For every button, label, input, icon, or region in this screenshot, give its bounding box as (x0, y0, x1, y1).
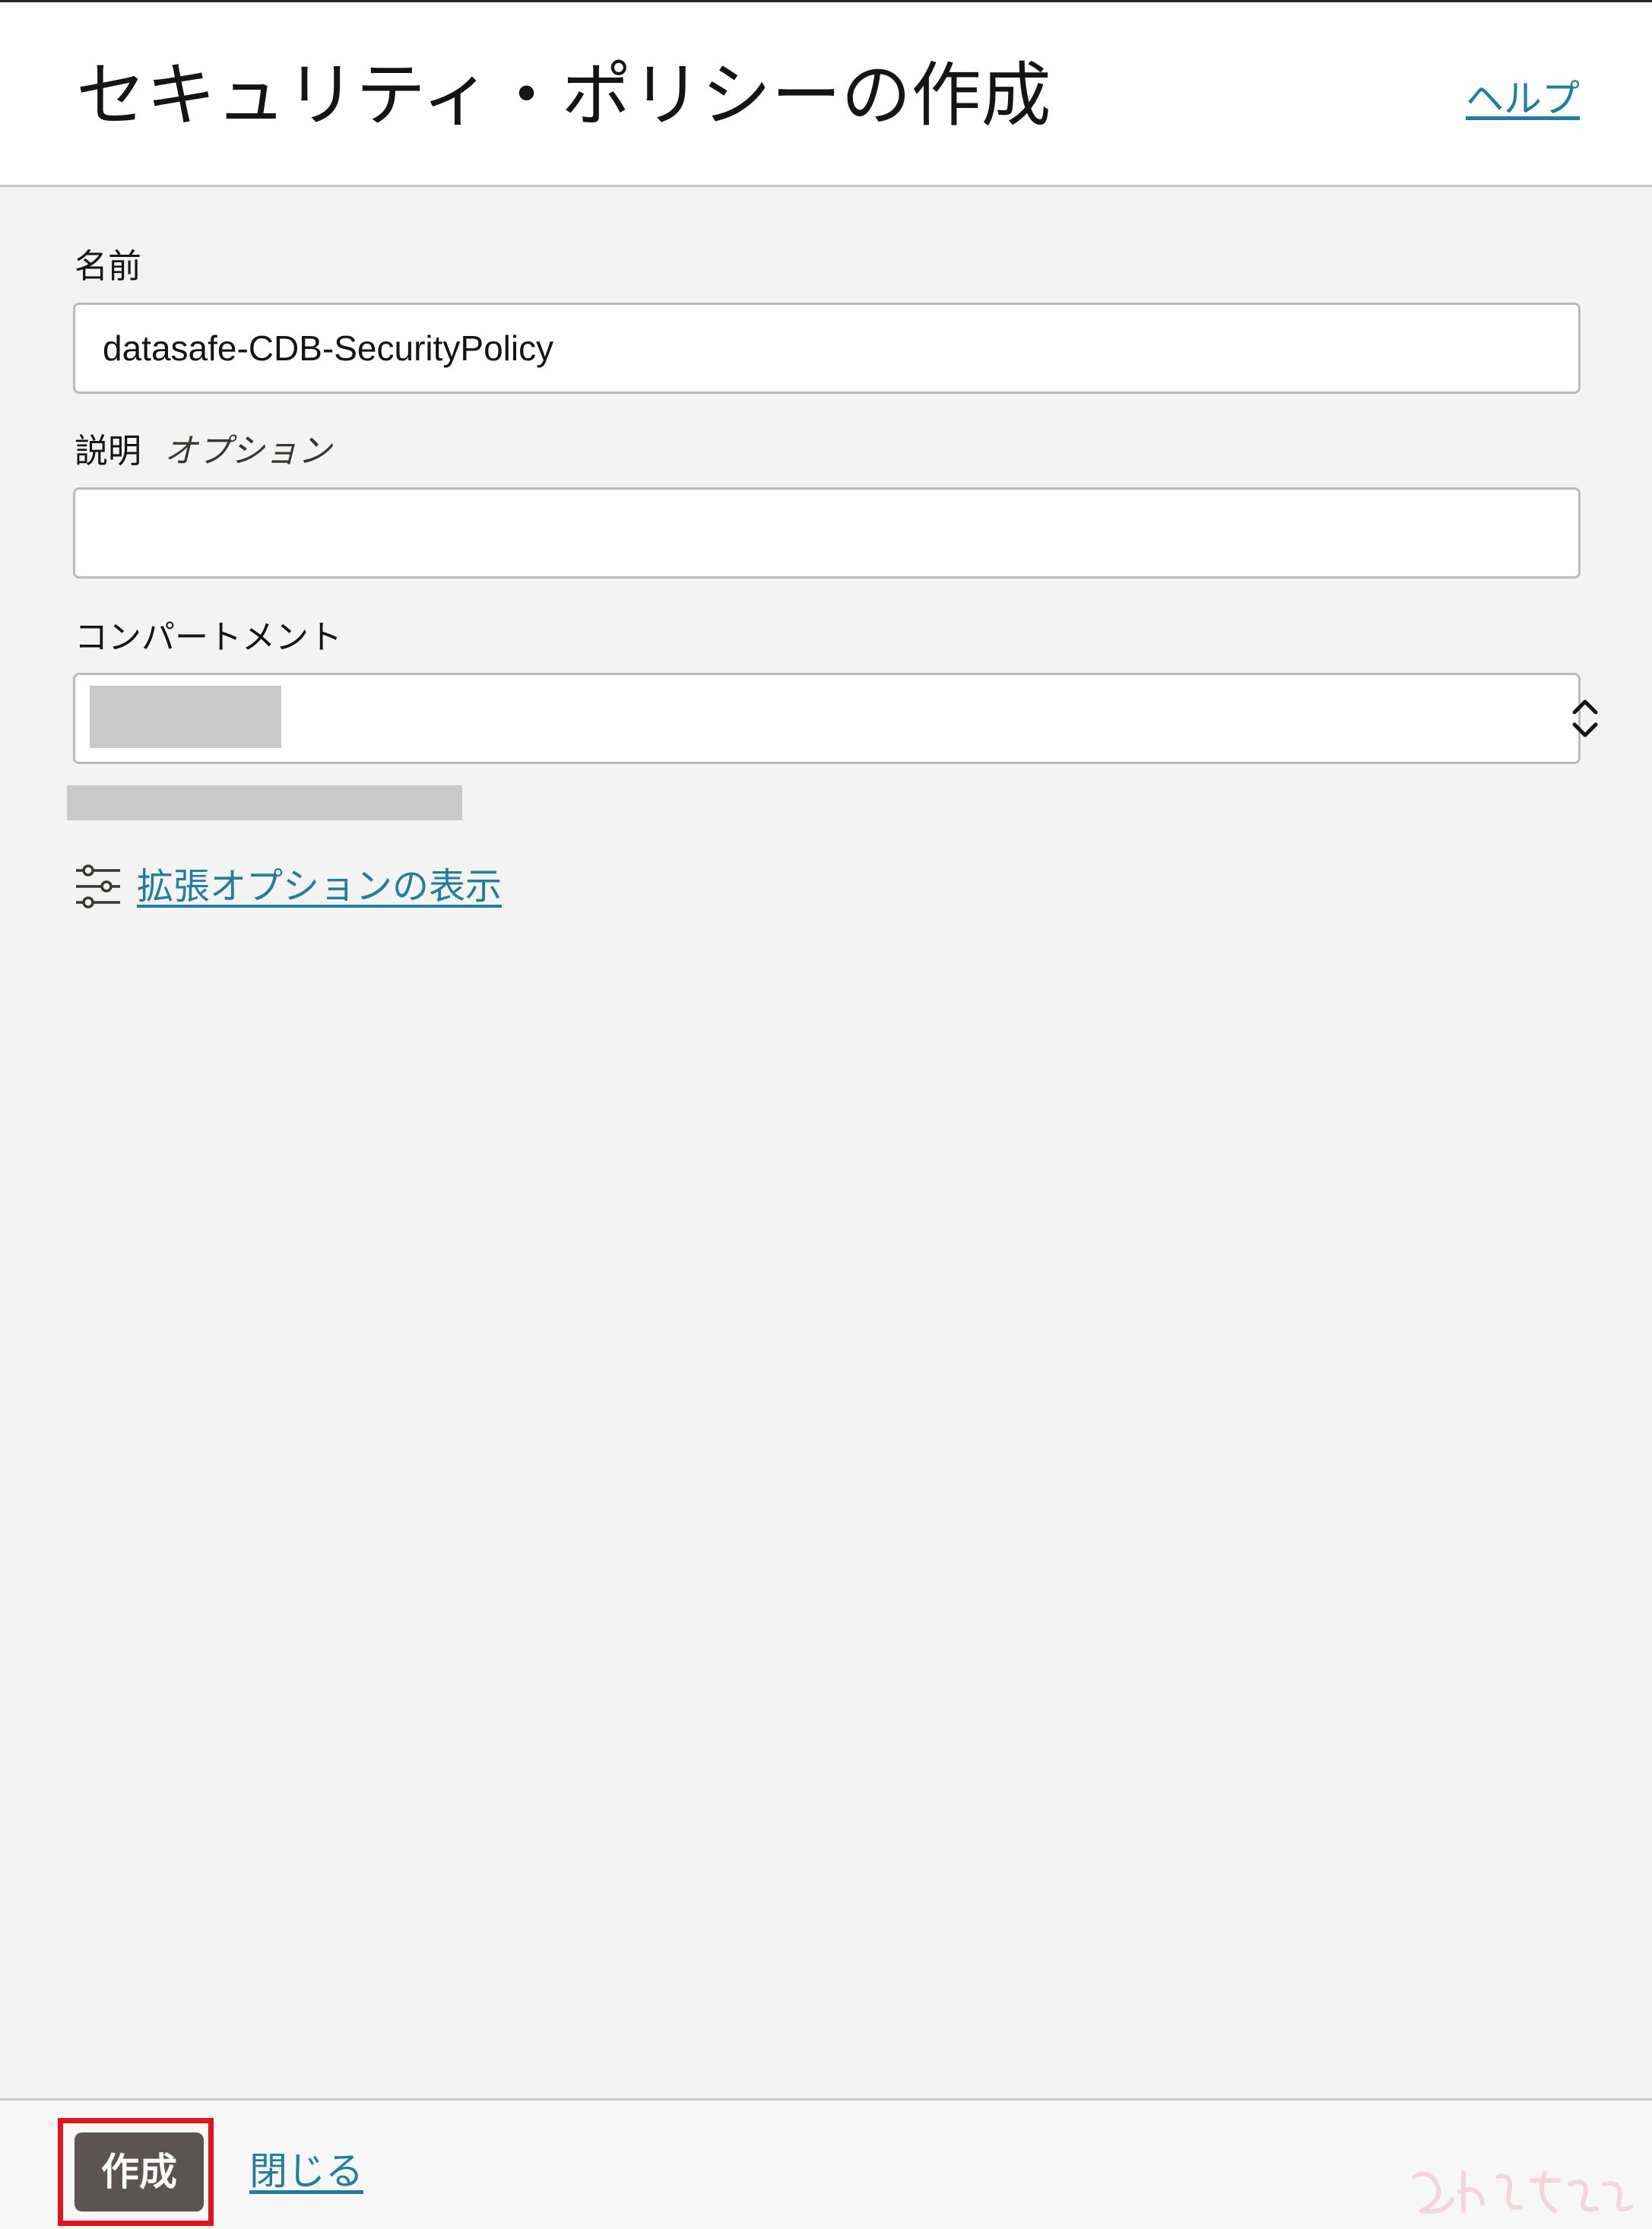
optional-tag: オプション (164, 432, 331, 471)
create-security-policy-panel: セキュリティ・ポリシーの作成 ヘルプ 名前 datasafe-CDB-Secur… (0, 0, 1652, 2229)
compartment-label: コンパートメント (75, 615, 342, 661)
watermark-logo (1412, 2170, 1633, 2214)
compartment-hint-redacted (67, 785, 462, 820)
name-label-text: 名前 (75, 247, 141, 286)
description-label-text: 説明 (75, 432, 141, 471)
advanced-options-link[interactable]: 拡張オプションの表示 (137, 863, 502, 910)
sliders-icon (76, 864, 120, 908)
compartment-select[interactable] (73, 673, 1581, 764)
description-input[interactable] (73, 487, 1581, 579)
chevron-up-down-icon[interactable] (1570, 696, 1600, 741)
help-link[interactable]: ヘルプ (1466, 72, 1580, 125)
name-input[interactable]: datasafe-CDB-SecurityPolicy (73, 303, 1581, 394)
compartment-value-redacted (90, 686, 281, 748)
name-label: 名前 (75, 244, 141, 290)
panel-footer (0, 2098, 1652, 2229)
compartment-label-text: コンパートメント (75, 618, 342, 657)
panel-header: セキュリティ・ポリシーの作成 ヘルプ (0, 2, 1652, 187)
advanced-options-row[interactable]: 拡張オプションの表示 (75, 860, 502, 913)
page-title: セキュリティ・ポリシーの作成 (76, 55, 1051, 136)
create-button[interactable]: 作成 (75, 2132, 204, 2212)
description-label: 説明 オプション (75, 429, 331, 474)
close-link[interactable]: 閉じる (249, 2145, 363, 2198)
